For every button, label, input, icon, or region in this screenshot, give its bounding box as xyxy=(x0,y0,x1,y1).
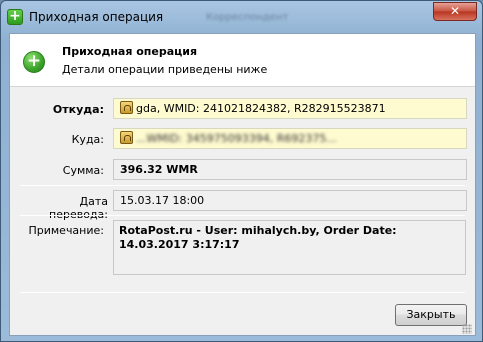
webmoney-wallet-icon xyxy=(120,101,133,114)
dialog-window: Приходная операция Корреспондент Приходн… xyxy=(0,0,483,342)
divider xyxy=(20,185,465,186)
webmoney-wallet-icon xyxy=(120,131,133,144)
divider xyxy=(20,215,465,216)
background-window-title: Корреспондент xyxy=(206,12,289,23)
date-value: 15.03.17 18:00 xyxy=(120,194,205,207)
window-title: Приходная операция xyxy=(29,10,164,24)
note-field[interactable]: RotaPost.ru - User: mihalych.by, Order D… xyxy=(113,220,466,275)
resize-grip-icon[interactable] xyxy=(462,324,472,334)
close-button[interactable]: Закрыть xyxy=(395,304,467,326)
window-close-button[interactable] xyxy=(433,2,477,21)
date-field[interactable]: 15.03.17 18:00 xyxy=(113,190,467,211)
dialog-header: Приходная операция Детали операции приве… xyxy=(10,34,475,87)
from-field[interactable]: gda, WMID: 241021824382, R282915523871 xyxy=(113,98,467,119)
to-field[interactable]: ...WMID: 345975093394, R692375... xyxy=(113,128,467,149)
dialog-client-area: Приходная операция Детали операции приве… xyxy=(9,33,476,336)
header-subtitle: Детали операции приведены ниже xyxy=(62,63,268,76)
divider xyxy=(20,292,465,293)
amount-field[interactable]: 396.32 WMR xyxy=(113,159,467,180)
amount-value: 396.32 WMR xyxy=(120,163,198,176)
to-label: Куда: xyxy=(71,133,104,146)
from-value: gda, WMID: 241021824382, R282915523871 xyxy=(136,102,386,115)
header-title: Приходная операция xyxy=(62,45,198,58)
green-plus-icon xyxy=(23,51,45,73)
title-bar[interactable]: Приходная операция Корреспондент xyxy=(1,1,482,35)
green-plus-icon xyxy=(7,8,23,25)
to-value: ...WMID: 345975093394, R692375... xyxy=(136,132,337,145)
from-label: Откуда: xyxy=(52,103,104,116)
note-label: Примечание: xyxy=(28,224,104,237)
date-label: Дата перевода: xyxy=(49,195,108,221)
amount-label: Сумма: xyxy=(62,164,104,177)
